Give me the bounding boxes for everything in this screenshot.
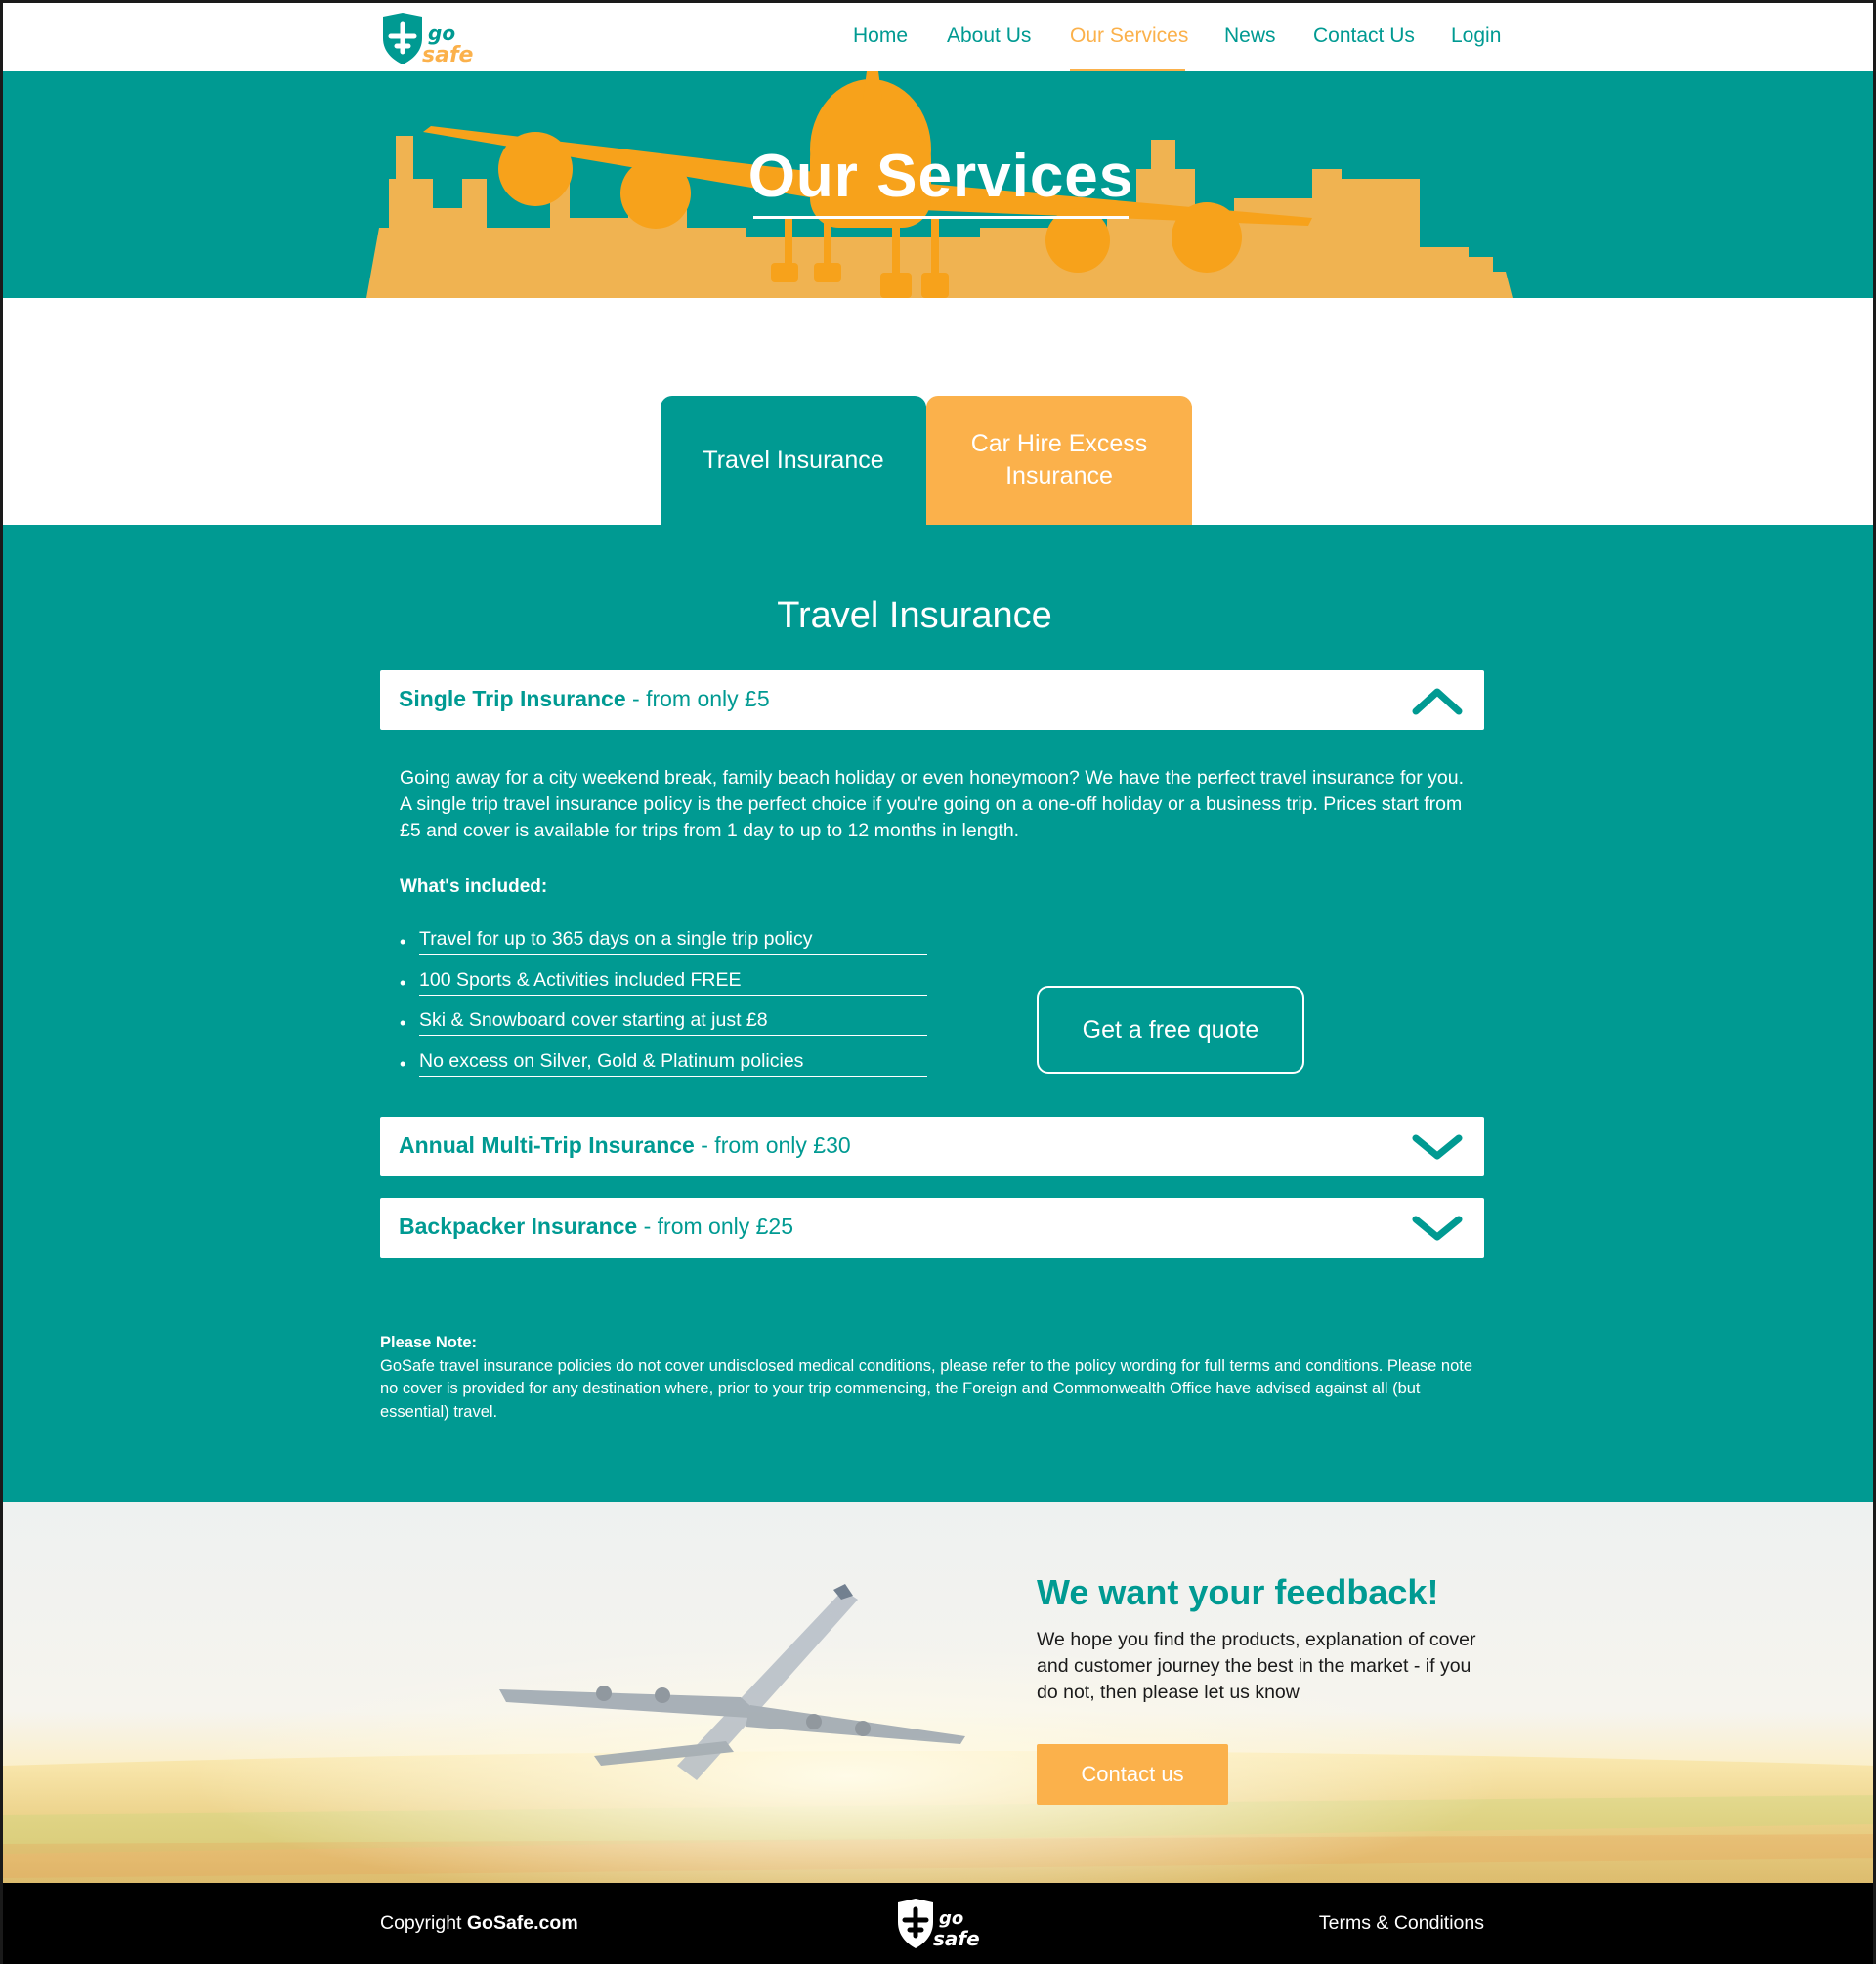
nav-login[interactable]: Login <box>1451 24 1501 48</box>
accordion-price: - from only £25 <box>637 1214 793 1239</box>
accordion-label: Single Trip Insurance - from only £5 <box>399 686 770 712</box>
chevron-down-icon[interactable] <box>1412 1132 1463 1162</box>
copyright: Copyright GoSafe.com <box>380 1912 578 1934</box>
nav-home[interactable]: Home <box>853 24 908 48</box>
plane-takeoff-image <box>3 1502 1873 1883</box>
accordion-backpacker[interactable]: Backpacker Insurance - from only £25 <box>380 1198 1484 1258</box>
feedback-text: We hope you find the products, explanati… <box>1037 1629 1476 1703</box>
tab-travel-insurance[interactable]: Travel Insurance <box>661 396 926 525</box>
hero-banner: Our Services <box>3 71 1873 298</box>
accordion-title: Annual Multi-Trip Insurance <box>399 1132 695 1158</box>
page-frame: go safe Home About Us Our Services News … <box>0 0 1876 1964</box>
main-nav: Home About Us Our Services News Contact … <box>3 3 1873 73</box>
accordion-title: Backpacker Insurance <box>399 1214 638 1239</box>
accordion-title: Single Trip Insurance <box>399 686 626 711</box>
nav-about-us[interactable]: About Us <box>947 24 1031 48</box>
terms-and-conditions-link[interactable]: Terms & Conditions <box>1319 1912 1484 1935</box>
please-note: Please Note: GoSafe travel insurance pol… <box>380 1332 1484 1424</box>
accordion-annual-multi-trip[interactable]: Annual Multi-Trip Insurance - from only … <box>380 1117 1484 1176</box>
footer-logo-text-go: go <box>939 1908 963 1929</box>
accordion-single-trip[interactable]: Single Trip Insurance - from only £5 <box>380 670 1484 730</box>
bullet-icon: • <box>400 972 406 993</box>
title-underline <box>753 216 1129 219</box>
page-title: Our Services <box>747 143 1134 210</box>
tab-car-hire-excess-insurance[interactable]: Car Hire Excess Insurance <box>926 396 1192 525</box>
contact-us-button[interactable]: Contact us <box>1037 1744 1228 1805</box>
site-header: go safe Home About Us Our Services News … <box>3 3 1873 73</box>
accordion-price: - from only £5 <box>625 686 770 711</box>
feedback-section: We want your feedback! We hope you find … <box>3 1502 1873 1883</box>
whats-included-heading: What's included: <box>400 876 548 897</box>
nav-news[interactable]: News <box>1224 24 1276 48</box>
list-item: • Ski & Snowboard cover starting at just … <box>400 1006 927 1047</box>
footer-logo-text-safe: safe <box>933 1927 980 1950</box>
travel-insurance-section: Travel Insurance Single Trip Insurance -… <box>3 525 1873 1502</box>
list-item: • No excess on Silver, Gold & Platinum po… <box>400 1047 927 1089</box>
feedback-title: We want your feedback! <box>1037 1572 1439 1612</box>
copyright-brand[interactable]: GoSafe.com <box>467 1912 578 1934</box>
note-text: GoSafe travel insurance policies do not … <box>380 1356 1473 1421</box>
accordion-price: - from only £30 <box>694 1132 851 1158</box>
site-footer: Copyright GoSafe.com go safe Terms & Con… <box>3 1883 1873 1964</box>
single-trip-description: Going away for a city weekend break, fam… <box>400 767 1464 841</box>
bullet-icon: • <box>400 1013 406 1033</box>
nav-our-services[interactable]: Our Services <box>1070 24 1188 48</box>
bullet-icon: • <box>400 932 406 952</box>
list-item: • 100 Sports & Activities included FREE <box>400 966 927 1007</box>
get-free-quote-button[interactable]: Get a free quote <box>1037 986 1304 1074</box>
nav-contact-us[interactable]: Contact Us <box>1313 24 1415 48</box>
note-heading: Please Note: <box>380 1334 478 1351</box>
accordion-label: Backpacker Insurance - from only £25 <box>399 1214 793 1240</box>
accordion-label: Annual Multi-Trip Insurance - from only … <box>399 1132 851 1159</box>
bullet-icon: • <box>400 1053 406 1074</box>
chevron-down-icon[interactable] <box>1412 1214 1463 1243</box>
included-list: • Travel for up to 365 days on a single t… <box>400 925 927 1088</box>
chevron-up-icon[interactable] <box>1412 686 1463 715</box>
list-item: • Travel for up to 365 days on a single t… <box>400 925 927 966</box>
footer-logo[interactable]: go safe <box>894 1897 988 1951</box>
section-title: Travel Insurance <box>777 595 1052 636</box>
